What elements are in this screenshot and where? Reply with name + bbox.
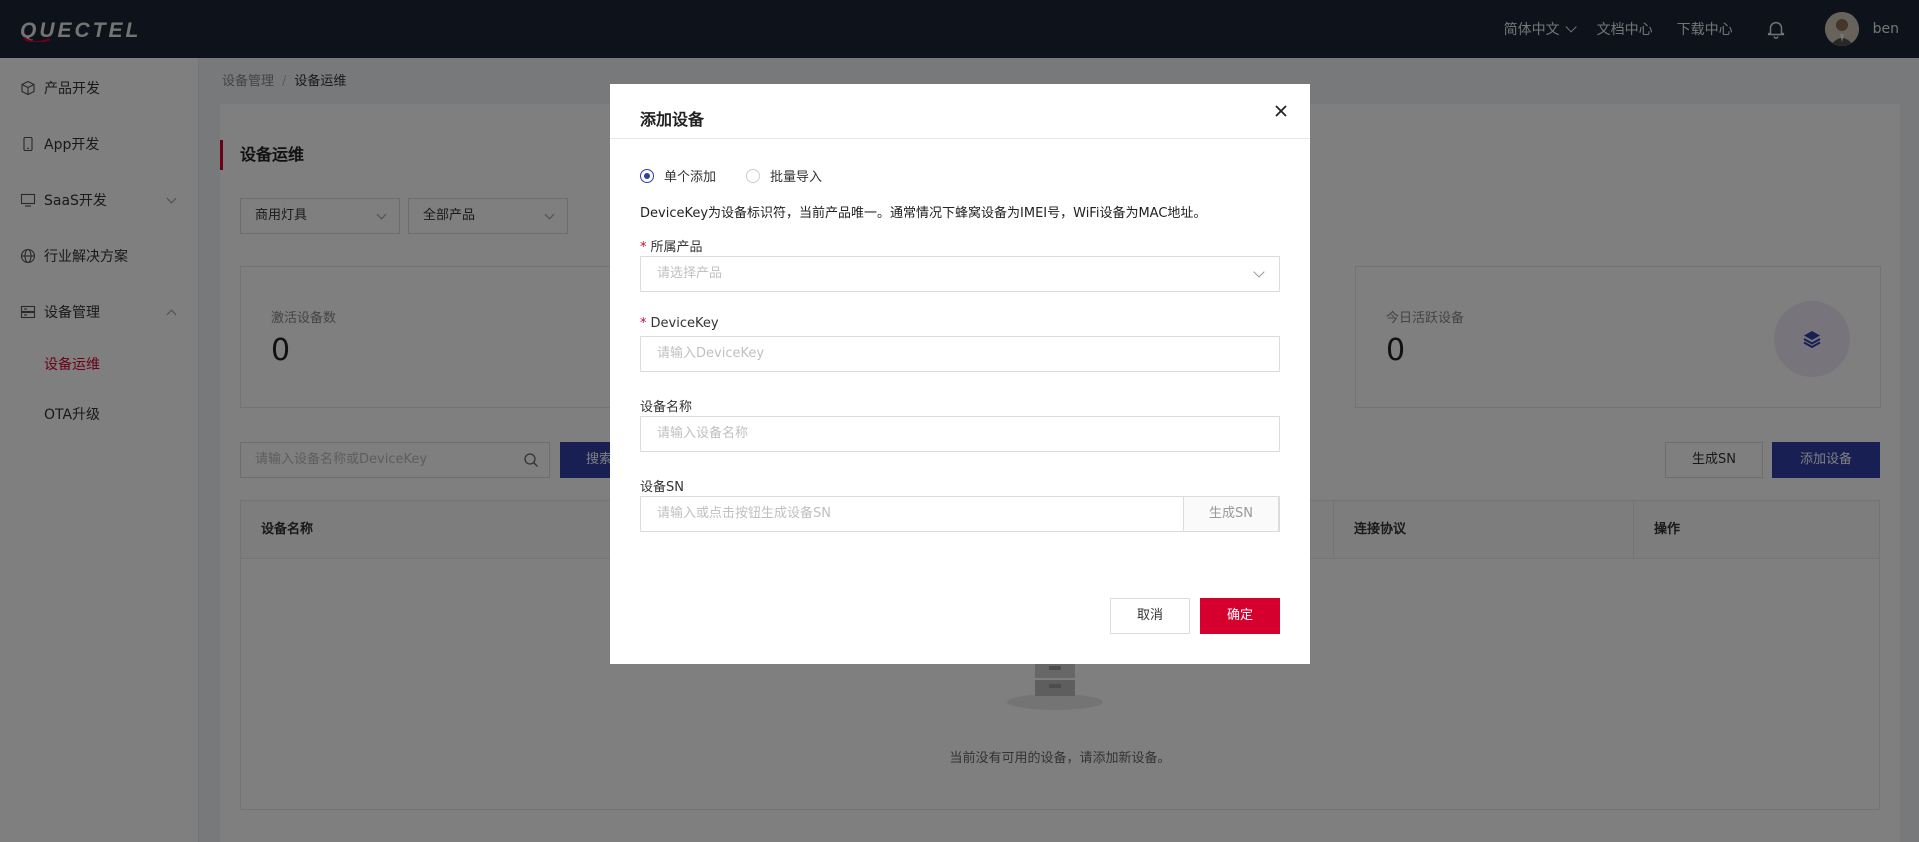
product-label-text: 所属产品 xyxy=(650,240,703,255)
radio-batch-label[interactable]: 批量导入 xyxy=(770,166,822,185)
product-placeholder: 请选择产品 xyxy=(657,266,723,281)
generate-sn-inline-button[interactable]: 生成SN xyxy=(1183,496,1279,532)
device-sn-input[interactable]: 请输入或点击按钮生成设备SN 生成SN xyxy=(640,496,1280,532)
radio-single[interactable] xyxy=(640,168,654,183)
devicekey-label: * DeviceKey xyxy=(640,316,719,331)
close-icon[interactable] xyxy=(1274,104,1288,118)
devicekey-placeholder: 请输入DeviceKey xyxy=(657,346,765,361)
devicekey-input[interactable]: 请输入DeviceKey xyxy=(640,336,1280,372)
devicekey-hint: DeviceKey为设备标识符，当前产品唯一。通常情况下蜂窝设备为IMEI号，W… xyxy=(640,206,1207,221)
product-select-field[interactable]: 请选择产品 xyxy=(640,256,1280,292)
dialog-title: 添加设备 xyxy=(640,110,705,129)
device-sn-label: 设备SN xyxy=(640,480,684,495)
chevron-down-icon xyxy=(1253,266,1265,278)
device-sn-placeholder: 请输入或点击按钮生成设备SN xyxy=(657,506,831,521)
confirm-button[interactable]: 确定 xyxy=(1200,598,1280,634)
radio-single-label[interactable]: 单个添加 xyxy=(664,166,716,185)
device-name-placeholder: 请输入设备名称 xyxy=(657,426,749,441)
product-label: * 所属产品 xyxy=(640,236,703,255)
required-mark: * xyxy=(640,240,647,255)
add-mode-radio-group: 单个添加 批量导入 xyxy=(640,166,852,185)
devicekey-label-text: DeviceKey xyxy=(650,316,719,331)
add-device-dialog: 添加设备 单个添加 批量导入 DeviceKey为设备标识符，当前产品唯一。通常… xyxy=(610,84,1310,664)
cancel-button[interactable]: 取消 xyxy=(1110,598,1190,634)
device-name-label: 设备名称 xyxy=(640,400,693,415)
radio-batch[interactable] xyxy=(746,168,761,183)
device-name-input[interactable]: 请输入设备名称 xyxy=(640,416,1280,452)
required-mark: * xyxy=(640,316,647,331)
dialog-header: 添加设备 xyxy=(610,84,1310,139)
